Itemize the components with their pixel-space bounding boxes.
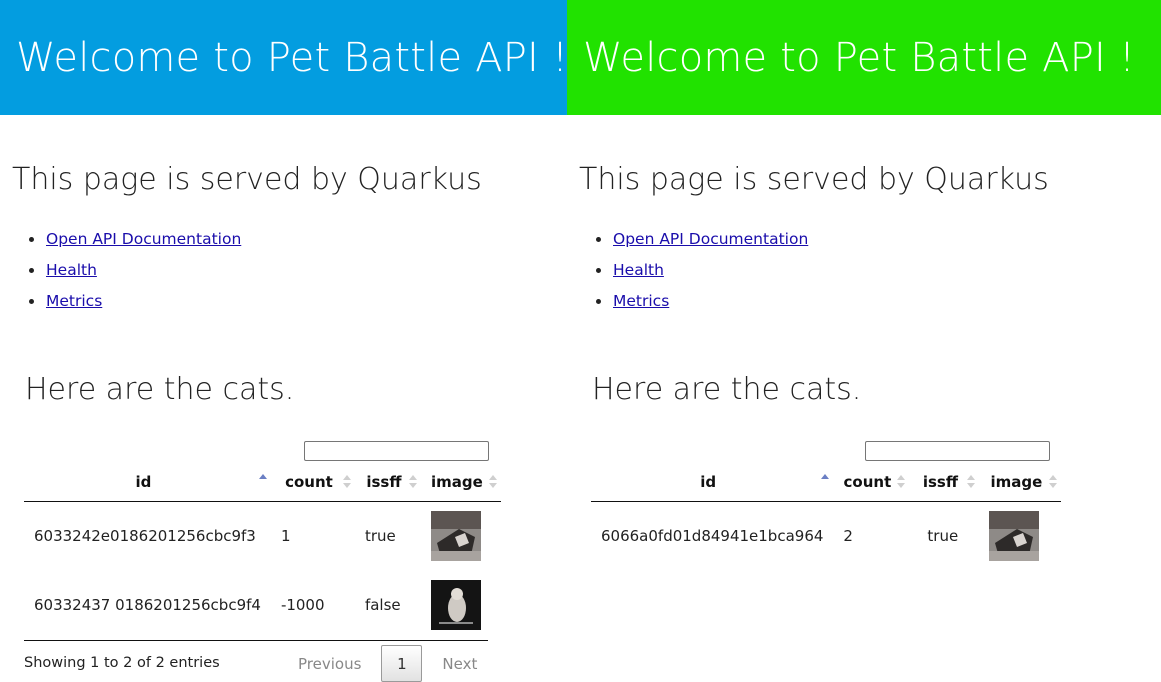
sort-icon [488,475,497,489]
cell-id: 60332437 0186201256cbc9f4 [34,595,261,614]
table-row: 60332437 0186201256cbc9f4 -1000 false [24,570,501,639]
cell-count: -1000 [280,595,325,614]
cats-heading: Here are the cats. [592,372,862,407]
cats-heading: Here are the cats. [25,372,295,407]
table-header-row: id count issff image [591,463,1062,502]
link-list: Open API Documentation Health Metrics [28,228,241,321]
column-header-id[interactable]: id [591,463,834,502]
cell-image [979,501,1061,570]
list-item: Open API Documentation [28,228,241,259]
page-subtitle: This page is served by Quarkus [12,162,482,197]
cell-issff: false [364,595,401,614]
pagination: Previous 1 Next [298,645,487,682]
table-footer-divider [24,640,488,641]
sort-icon [408,475,417,489]
list-item: Open API Documentation [595,228,808,259]
metrics-link[interactable]: Metrics [613,292,669,310]
list-item: Metrics [595,290,808,321]
cell-id: 6066a0fd01d84941e1bca964 [601,526,824,545]
health-link[interactable]: Health [46,261,97,279]
search-input[interactable] [865,441,1050,461]
column-header-issff[interactable]: issff [354,463,421,502]
sort-icon [1049,475,1058,489]
list-item: Health [28,259,241,290]
cell-issff: true [927,526,959,545]
page-button-1[interactable]: 1 [381,645,423,682]
table-info: Showing 1 to 2 of 2 entries [24,655,220,671]
metrics-link[interactable]: Metrics [46,292,102,310]
sort-asc-icon [821,474,830,488]
banner: Welcome to Pet Battle API ! [0,0,567,115]
cell-count: 2 [843,526,853,545]
sort-icon [967,475,976,489]
list-item: Metrics [28,290,241,321]
column-header-image[interactable]: image [979,463,1062,502]
cell-image [421,501,501,570]
sort-icon [342,475,351,489]
table-header-row: id count issff image [24,463,501,502]
column-header-count[interactable]: count [270,463,355,502]
openapi-docs-link[interactable]: Open API Documentation [46,230,241,248]
right-panel: Welcome to Pet Battle API ! This page is… [567,0,1161,682]
cat-photo-2 [430,579,481,630]
cats-table: id count issff image 6066a0fd01d84941e1b… [591,463,1062,570]
cell-issff: true [364,526,396,545]
column-header-image[interactable]: image [420,463,501,502]
link-list: Open API Documentation Health Metrics [595,228,808,321]
banner: Welcome to Pet Battle API ! [567,0,1161,115]
cat-photo-1 [989,510,1040,561]
next-page-button[interactable]: Next [432,655,487,673]
left-panel: Welcome to Pet Battle API ! This page is… [0,0,567,682]
banner-title: Welcome to Pet Battle API ! [16,34,567,81]
openapi-docs-link[interactable]: Open API Documentation [613,230,808,248]
table-row: 6066a0fd01d84941e1bca964 2 true [591,501,1061,570]
cats-table: id count issff image 6033242e0186201256c… [24,463,501,639]
column-header-issff[interactable]: issff [909,463,980,502]
list-item: Health [595,259,808,290]
health-link[interactable]: Health [613,261,664,279]
banner-title: Welcome to Pet Battle API ! [583,34,1136,81]
cell-id: 6033242e0186201256cbc9f3 [34,526,256,545]
cell-count: 1 [280,526,291,545]
table-row: 6033242e0186201256cbc9f3 1 true [24,501,501,570]
column-header-id[interactable]: id [24,463,271,502]
previous-page-button[interactable]: Previous [298,655,371,673]
cell-image [421,570,501,639]
search-input[interactable] [304,441,489,461]
sort-icon [897,475,906,489]
page-subtitle: This page is served by Quarkus [579,162,1049,197]
column-header-count[interactable]: count [833,463,910,502]
cat-photo-1 [430,510,481,561]
sort-asc-icon [258,474,267,488]
